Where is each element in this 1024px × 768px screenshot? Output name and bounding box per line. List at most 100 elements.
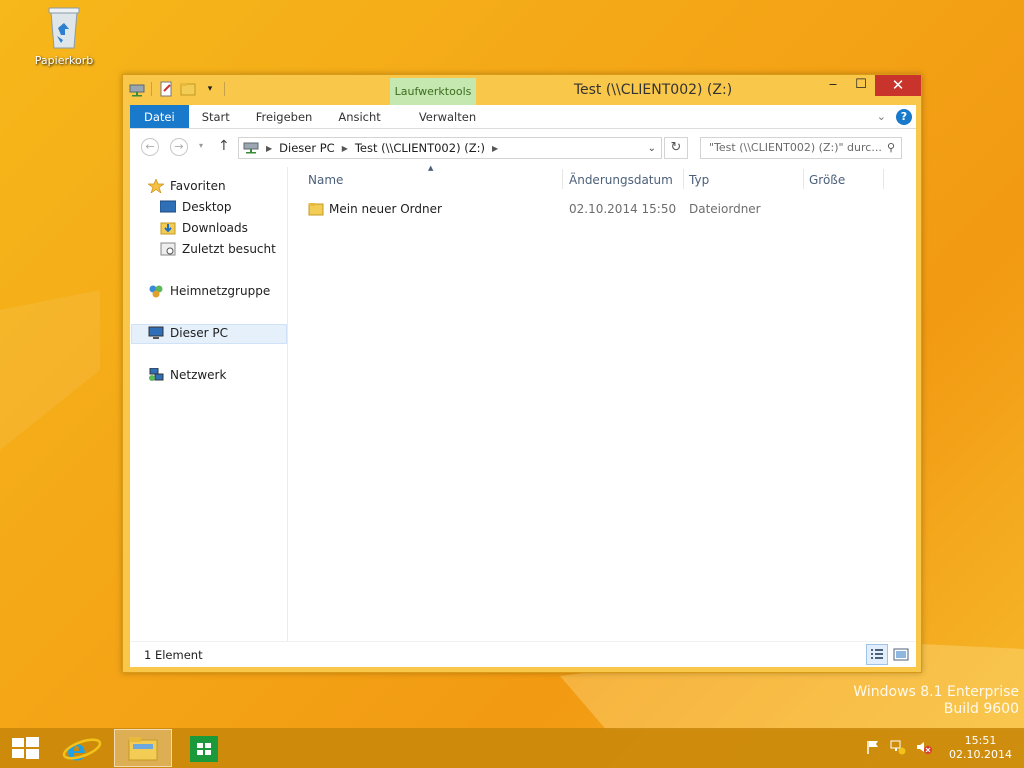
new-folder-icon[interactable] <box>180 81 196 97</box>
recycle-bin-icon <box>47 6 81 50</box>
details-view-button[interactable] <box>866 644 888 665</box>
nav-item-recent[interactable]: Zuletzt besucht <box>160 242 276 256</box>
status-bar: 1 Element <box>130 641 916 667</box>
forward-button[interactable]: → <box>170 138 188 156</box>
tab-share[interactable]: Freigeben <box>243 105 326 128</box>
file-explorer-icon <box>128 737 158 761</box>
properties-icon[interactable] <box>158 81 174 97</box>
explorer-body: Favoriten Desktop Downloads Zuletzt besu… <box>130 164 916 641</box>
star-icon <box>146 178 166 194</box>
column-header-size[interactable]: Größe <box>809 173 845 187</box>
recycle-bin-label: Papierkorb <box>34 54 94 67</box>
nav-item-label: Dieser PC <box>170 326 228 340</box>
windows-logo-icon <box>12 737 39 759</box>
recent-locations-icon[interactable]: ▾ <box>199 141 203 150</box>
nav-item-label: Favoriten <box>170 179 226 193</box>
nav-item-homegroup[interactable]: Heimnetzgruppe <box>148 284 270 298</box>
ribbon-tabs: Datei Start Freigeben Ansicht Verwalten … <box>130 105 916 129</box>
tab-file[interactable]: Datei <box>130 105 189 128</box>
action-center-flag-icon[interactable] <box>861 739 885 758</box>
column-header-name[interactable]: Name <box>308 173 343 187</box>
address-dropdown-icon[interactable]: ⌄ <box>648 143 661 154</box>
nav-item-this-pc[interactable]: Dieser PC <box>148 326 228 340</box>
quick-access-toolbar: ▾ <box>129 81 225 97</box>
column-divider[interactable] <box>803 169 804 189</box>
breadcrumb-this-pc[interactable]: Dieser PC <box>275 141 339 155</box>
breadcrumb-separator-icon[interactable]: ▶ <box>489 144 501 153</box>
breadcrumb-separator-icon[interactable]: ▶ <box>339 144 351 153</box>
tab-manage[interactable]: Verwalten <box>406 105 489 128</box>
file-modified: 02.10.2014 15:50 <box>569 202 677 216</box>
nav-item-label: Downloads <box>182 221 248 235</box>
recycle-bin-desktop-icon[interactable]: Papierkorb <box>30 6 98 67</box>
navigation-bar: ← → ▾ ↑ ▶ Dieser PC ▶ Test (\\CLIENT002)… <box>130 129 916 167</box>
store-icon <box>190 736 218 762</box>
breadcrumb-separator-icon[interactable]: ▶ <box>263 144 275 153</box>
nav-item-network[interactable]: Netzwerk <box>148 367 227 382</box>
network-icon <box>148 367 164 382</box>
file-list: ▲ Name Änderungsdatum Typ Größe Mein neu… <box>290 164 916 641</box>
folder-icon <box>308 201 324 219</box>
tab-view[interactable]: Ansicht <box>325 105 393 128</box>
nav-item-downloads[interactable]: Downloads <box>160 221 248 235</box>
taskbar-store[interactable] <box>175 729 233 767</box>
back-button[interactable]: ← <box>141 138 159 156</box>
sort-ascending-icon: ▲ <box>428 164 434 172</box>
computer-icon <box>148 326 164 340</box>
desktop-icon <box>159 200 177 214</box>
column-divider[interactable] <box>683 169 684 189</box>
tab-start[interactable]: Start <box>189 105 243 128</box>
close-button[interactable]: ✕ <box>875 75 921 96</box>
nav-item-favorites[interactable]: Favoriten <box>146 178 226 194</box>
expand-ribbon-icon[interactable]: ⌄ <box>877 110 886 123</box>
clock[interactable]: 15:51 02.10.2014 <box>937 734 1024 762</box>
maximize-button[interactable]: ☐ <box>847 75 875 96</box>
nav-item-label: Netzwerk <box>170 368 227 382</box>
internet-explorer-icon: e <box>62 733 102 768</box>
address-bar[interactable]: ▶ Dieser PC ▶ Test (\\CLIENT002) (Z:) ▶ … <box>238 137 662 159</box>
windows-watermark: Windows 8.1 Enterprise Build 9600 <box>853 684 1019 718</box>
search-placeholder: "Test (\\CLIENT002) (Z:)" durc... <box>709 141 882 154</box>
column-divider[interactable] <box>883 169 884 189</box>
clock-time: 15:51 <box>964 734 997 747</box>
navigation-pane: Favoriten Desktop Downloads Zuletzt besu… <box>130 167 288 641</box>
drive-icon <box>239 140 263 157</box>
minimize-button[interactable]: ‒ <box>819 75 847 96</box>
search-icon: ⚲ <box>886 141 895 154</box>
taskbar-file-explorer[interactable] <box>114 729 172 767</box>
column-divider[interactable] <box>562 169 563 189</box>
context-tab-drive-tools: Laufwerktools <box>390 78 476 105</box>
taskbar-internet-explorer[interactable]: e <box>53 729 111 768</box>
explorer-window[interactable]: ▾ Laufwerktools Test (\\CLIENT002) (Z:) … <box>122 74 922 673</box>
large-icons-view-button[interactable] <box>890 644 912 665</box>
nav-item-desktop[interactable]: Desktop <box>159 200 232 214</box>
breadcrumb-drive[interactable]: Test (\\CLIENT002) (Z:) <box>351 141 489 155</box>
volume-muted-icon[interactable] <box>911 739 937 758</box>
downloads-icon <box>160 221 176 235</box>
separator <box>224 82 225 96</box>
up-button[interactable]: ↑ <box>218 138 230 154</box>
drive-icon[interactable] <box>129 81 145 97</box>
watermark-build: Build 9600 <box>943 701 1019 717</box>
search-input[interactable]: "Test (\\CLIENT002) (Z:)" durc... ⚲ <box>700 137 902 159</box>
nav-item-label: Heimnetzgruppe <box>170 284 271 298</box>
wallpaper-shape <box>0 290 100 450</box>
network-status-icon[interactable] <box>885 739 911 758</box>
customize-qat-icon[interactable]: ▾ <box>202 81 218 97</box>
window-controls: ‒ ☐ ✕ <box>819 75 921 96</box>
nav-item-label: Desktop <box>182 200 232 214</box>
refresh-button[interactable]: ↻ <box>664 137 688 159</box>
start-button[interactable] <box>0 729 58 767</box>
svg-text:e: e <box>67 733 86 767</box>
help-icon[interactable]: ? <box>896 108 912 125</box>
file-type: Dateiordner <box>689 202 761 216</box>
homegroup-icon <box>148 284 164 298</box>
column-header-type[interactable]: Typ <box>689 173 709 187</box>
table-row[interactable]: Mein neuer Ordner 02.10.2014 15:50 Datei… <box>304 200 904 220</box>
title-bar[interactable]: ▾ Laufwerktools Test (\\CLIENT002) (Z:) … <box>123 75 921 105</box>
column-header-modified[interactable]: Änderungsdatum <box>569 173 673 187</box>
window-title: Test (\\CLIENT002) (Z:) <box>573 82 733 98</box>
file-name: Mein neuer Ordner <box>329 202 442 216</box>
recent-places-icon <box>160 242 176 256</box>
system-tray: 15:51 02.10.2014 <box>861 728 1024 768</box>
